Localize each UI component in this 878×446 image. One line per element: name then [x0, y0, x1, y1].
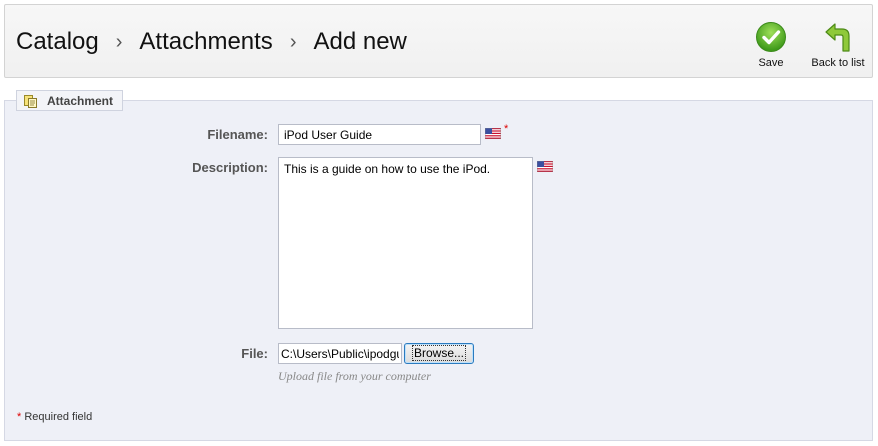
- us-flag-icon[interactable]: [537, 161, 553, 172]
- breadcrumb-add-new: Add new: [313, 28, 407, 55]
- description-textarea[interactable]: This is a guide on how to use the iPod.: [278, 157, 533, 329]
- back-to-list-button[interactable]: Back to list: [808, 21, 868, 69]
- breadcrumb-catalog[interactable]: Catalog: [16, 28, 99, 56]
- browse-label: Browse...: [411, 345, 466, 361]
- file-path-input[interactable]: [278, 343, 402, 364]
- legend-label: Attachment: [47, 93, 114, 108]
- file-label: File:: [241, 346, 268, 361]
- save-label: Save: [758, 57, 784, 69]
- browse-button[interactable]: Browse...: [404, 343, 474, 364]
- description-label: Description:: [192, 160, 268, 175]
- toolbar: Catalog › Attachments › Add new Save Bac…: [4, 4, 873, 78]
- required-field-note: * Required field: [17, 411, 92, 423]
- checkmark-circle-icon: [756, 22, 786, 52]
- filename-label: Filename:: [207, 127, 268, 142]
- back-to-list-label: Back to list: [811, 57, 865, 69]
- return-arrow-icon: [825, 23, 850, 52]
- breadcrumb-attachments[interactable]: Attachments: [139, 28, 272, 56]
- filename-input[interactable]: [278, 124, 481, 145]
- save-button[interactable]: Save: [750, 21, 792, 69]
- file-hint: Upload file from your computer: [278, 369, 431, 383]
- breadcrumb-separator: ›: [115, 30, 123, 53]
- us-flag-icon[interactable]: [485, 128, 501, 139]
- attachment-icon: [24, 94, 37, 108]
- breadcrumb-separator: ›: [289, 30, 297, 53]
- fieldset-legend: Attachment: [16, 90, 124, 111]
- required-note-text: Required field: [21, 411, 93, 423]
- breadcrumb: Catalog › Attachments › Add new: [16, 28, 407, 56]
- required-marker: *: [504, 123, 509, 135]
